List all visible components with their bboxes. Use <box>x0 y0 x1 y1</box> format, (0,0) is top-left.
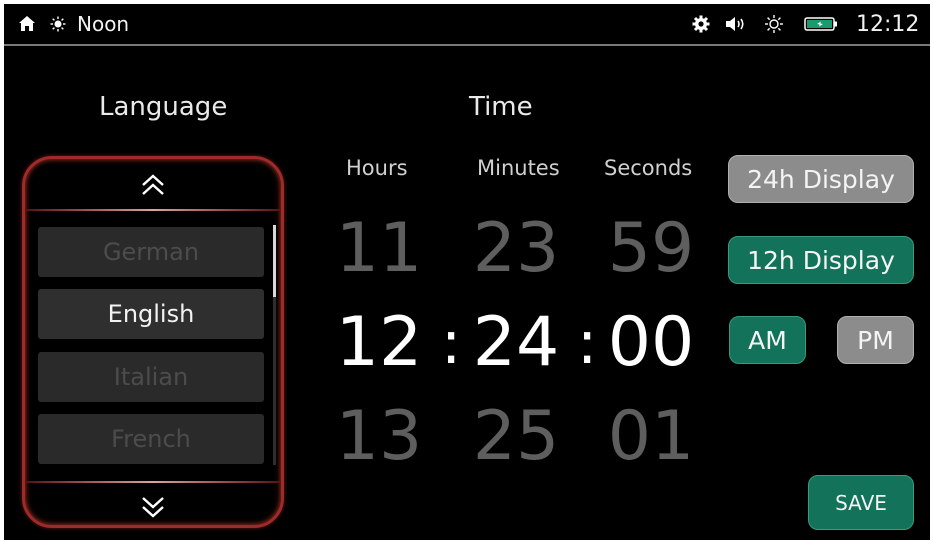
language-scrollbar[interactable] <box>273 225 276 465</box>
hours-current[interactable]: 12 <box>334 304 424 382</box>
hours-next[interactable]: 13 <box>334 398 424 476</box>
battery-icon <box>804 4 838 44</box>
seconds-current[interactable]: 00 <box>606 304 696 382</box>
chevron-double-up-icon <box>142 174 164 195</box>
hours-previous[interactable]: 11 <box>334 210 424 288</box>
hours-label: Hours <box>346 156 408 180</box>
seconds-label: Seconds <box>604 156 693 180</box>
seconds-next[interactable]: 01 <box>606 398 696 476</box>
seconds-previous[interactable]: 59 <box>606 210 696 288</box>
save-button[interactable]: SAVE <box>808 475 914 530</box>
minutes-current[interactable]: 24 <box>471 304 561 382</box>
language-item-italian[interactable]: Italian <box>38 352 264 402</box>
language-item-french[interactable]: French <box>38 414 264 464</box>
language-title: Language <box>99 92 228 122</box>
minutes-next[interactable]: 25 <box>471 398 561 476</box>
display-24h-button[interactable]: 24h Display <box>728 155 914 203</box>
status-clock: 12:12 <box>856 11 920 37</box>
panel-divider-bottom <box>25 481 281 483</box>
settings-screen: Noon 12:12 Language Time German English … <box>4 4 930 540</box>
minutes-label: Minutes <box>477 156 560 180</box>
time-separator: : <box>441 308 462 378</box>
scroll-up-button[interactable] <box>133 167 173 203</box>
chevron-double-down-icon <box>142 497 164 518</box>
minutes-previous[interactable]: 23 <box>471 210 561 288</box>
language-item-german[interactable]: German <box>38 227 264 277</box>
home-icon[interactable] <box>18 4 38 44</box>
status-bar: Noon 12:12 <box>4 4 930 46</box>
gear-icon[interactable] <box>692 4 712 44</box>
pm-button[interactable]: PM <box>837 316 914 364</box>
daypart-label: Noon <box>77 12 130 36</box>
display-12h-button[interactable]: 12h Display <box>728 236 914 284</box>
am-button[interactable]: AM <box>729 316 806 364</box>
language-item-english[interactable]: English <box>38 289 264 339</box>
brightness-icon[interactable] <box>764 4 786 44</box>
time-title: Time <box>469 92 533 122</box>
scroll-down-button[interactable] <box>133 489 173 525</box>
language-list-panel: German English Italian French <box>22 156 284 528</box>
time-separator: : <box>577 308 598 378</box>
scrollbar-thumb[interactable] <box>273 225 276 297</box>
panel-divider-top <box>25 209 281 211</box>
sun-icon <box>50 4 68 44</box>
volume-icon[interactable] <box>724 4 754 44</box>
